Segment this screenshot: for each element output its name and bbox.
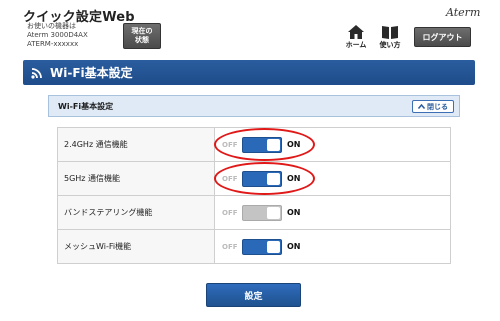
toggle-switch-band-steering: [242, 204, 282, 221]
page: クイック設定Web お使いの機器は Aterm 3000D4AX ATERM-x…: [0, 0, 500, 321]
table-row: 2.4GHz 通信機能 OFF ON: [57, 127, 451, 162]
chevron-up-icon: [418, 104, 425, 109]
toggle-5ghz: OFF ON: [214, 161, 450, 195]
device-ssid: ATERM-xxxxxx: [27, 40, 79, 48]
row-value: OFF ON: [214, 127, 451, 162]
off-text: OFF: [222, 242, 238, 251]
off-text: OFF: [222, 208, 238, 217]
status-button-line1: 現在の: [131, 27, 153, 35]
row-label-band-steering: バンドステアリング機能: [57, 195, 215, 230]
toggle-mesh-wifi: OFF ON: [222, 238, 450, 255]
collapse-label: 閉じる: [427, 102, 448, 111]
logout-button[interactable]: ログアウト: [414, 27, 471, 47]
help-button[interactable]: 使い方: [377, 25, 403, 51]
panel-title: Wi-Fi基本設定: [58, 101, 114, 111]
row-value: OFF ON: [214, 195, 451, 230]
on-text: ON: [287, 242, 301, 251]
on-text: ON: [287, 174, 301, 183]
current-status-button[interactable]: 現在の 状態: [123, 23, 161, 49]
section-title: Wi-Fi基本設定: [50, 66, 133, 80]
help-label: 使い方: [379, 41, 401, 49]
toggle-switch-24ghz[interactable]: [242, 136, 282, 153]
device-info: お使いの機器は Aterm 3000D4AX ATERM-xxxxxx: [27, 22, 88, 49]
header: クイック設定Web お使いの機器は Aterm 3000D4AX ATERM-x…: [0, 0, 500, 56]
device-info-line: お使いの機器は: [27, 22, 76, 30]
home-button[interactable]: ホーム: [343, 25, 369, 51]
home-label: ホーム: [345, 41, 367, 49]
table-row: メッシュWi-Fi機能 OFF ON: [57, 229, 451, 264]
panel-header: Wi-Fi基本設定 閉じる: [48, 95, 460, 117]
toggle-knob: [267, 240, 280, 253]
off-text: OFF: [222, 174, 238, 183]
table-row: バンドステアリング機能 OFF ON: [57, 195, 451, 230]
table-row: 5GHz 通信機能 OFF ON: [57, 161, 451, 196]
device-model: Aterm 3000D4AX: [27, 31, 88, 39]
wifi-icon: [31, 67, 42, 79]
toggle-switch-5ghz[interactable]: [242, 170, 282, 187]
on-text: ON: [287, 140, 301, 149]
row-value: OFF ON: [214, 229, 451, 264]
book-icon: [382, 26, 398, 39]
section-bar: Wi-Fi基本設定: [23, 60, 475, 85]
collapse-button[interactable]: 閉じる: [412, 100, 454, 113]
home-icon: [348, 25, 364, 39]
toggle-knob: [267, 172, 280, 185]
toggle-24ghz: OFF ON: [214, 127, 450, 161]
row-value: OFF ON: [214, 161, 451, 196]
toggle-band-steering: OFF ON: [222, 204, 450, 221]
row-label-5ghz: 5GHz 通信機能: [57, 161, 215, 196]
brand-logo: Aterm: [446, 6, 481, 19]
row-label-24ghz: 2.4GHz 通信機能: [57, 127, 215, 162]
submit-button[interactable]: 設定: [206, 283, 301, 307]
settings-table: 2.4GHz 通信機能 OFF ON 5GHz 通信機能 OFF ON バンドス…: [57, 127, 451, 264]
row-label-mesh-wifi: メッシュWi-Fi機能: [57, 229, 215, 264]
status-button-line2: 状態: [135, 36, 149, 44]
off-text: OFF: [222, 140, 238, 149]
toggle-knob: [267, 206, 280, 219]
toggle-switch-mesh-wifi[interactable]: [242, 238, 282, 255]
toggle-knob: [267, 138, 280, 151]
on-text: ON: [287, 208, 301, 217]
